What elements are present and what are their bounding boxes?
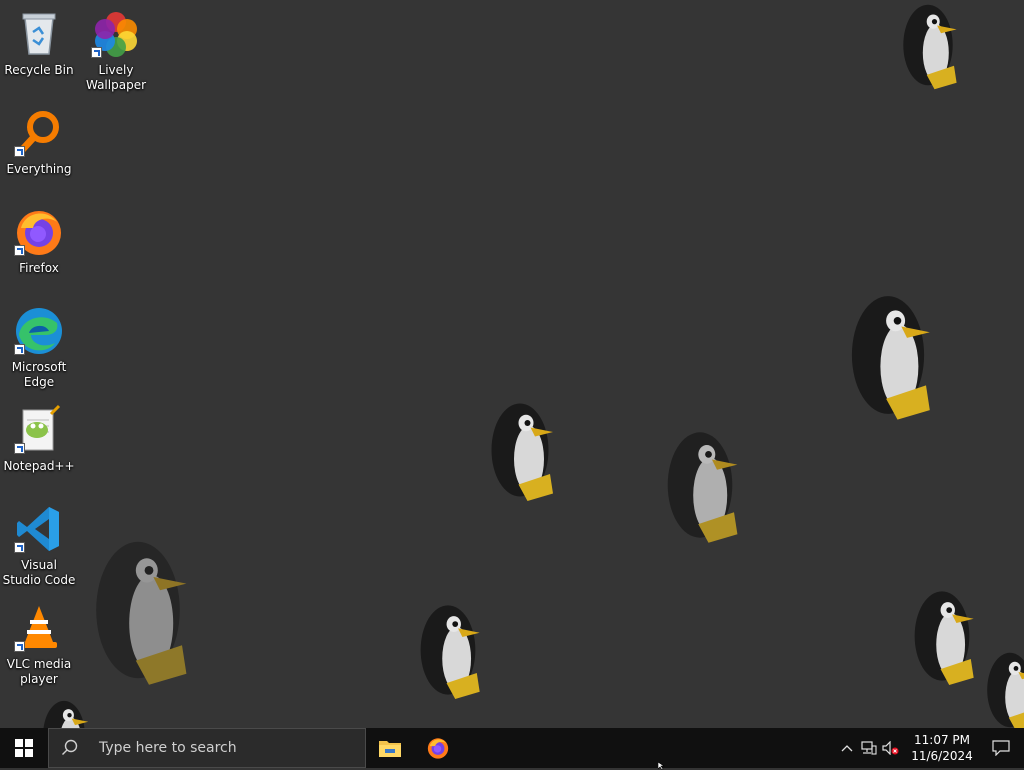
lively-wallpaper-icon: [90, 8, 142, 60]
vlc-icon: [13, 602, 65, 654]
desktop-icon-label: Microsoft Edge: [11, 360, 67, 389]
desktop: Recycle Bin Lively Wallpaper Everything: [0, 0, 1024, 728]
chevron-up-icon: [841, 745, 853, 752]
notification-icon: [992, 740, 1010, 756]
volume-muted-icon: [882, 741, 899, 755]
penguin-wallpaper: [43, 4, 1024, 728]
shortcut-arrow-icon: [14, 245, 25, 256]
desktop-icon-label: Notepad++: [3, 459, 75, 473]
desktop-icon-firefox[interactable]: Firefox: [1, 206, 77, 276]
desktop-icon-label: Firefox: [19, 261, 59, 275]
network-icon: [861, 741, 877, 755]
shortcut-arrow-icon: [91, 47, 102, 58]
notepad-plus-plus-icon: [13, 404, 65, 456]
network-button[interactable]: [858, 728, 880, 768]
file-explorer-icon: [379, 741, 401, 757]
recycle-bin-icon: [13, 8, 65, 60]
taskbar: Type here to search 11:07 PM 11/6/2024: [0, 728, 1024, 768]
taskbar-firefox[interactable]: [414, 728, 462, 768]
clock-date: 11/6/2024: [911, 749, 973, 763]
shortcut-arrow-icon: [14, 641, 25, 652]
desktop-icon-label: Everything: [6, 162, 72, 176]
edge-icon: [13, 305, 65, 357]
mouse-cursor-icon: [658, 762, 665, 770]
desktop-icon-label: Recycle Bin: [4, 63, 74, 77]
shortcut-arrow-icon: [14, 146, 25, 157]
desktop-icon-visual-studio-code[interactable]: Visual Studio Code: [1, 503, 77, 588]
desktop-icon-microsoft-edge[interactable]: Microsoft Edge: [1, 305, 77, 390]
desktop-icon-recycle-bin[interactable]: Recycle Bin: [1, 8, 77, 78]
windows-logo-icon: [15, 739, 33, 757]
desktop-icon-everything[interactable]: Everything: [1, 107, 77, 177]
clock-time: 11:07 PM: [914, 733, 970, 747]
shortcut-arrow-icon: [14, 443, 25, 454]
firefox-icon: [427, 738, 449, 759]
firefox-icon: [13, 206, 65, 258]
desktop-icon-label: VLC media player: [6, 657, 72, 686]
taskbar-clock[interactable]: 11:07 PM 11/6/2024: [906, 732, 978, 764]
vscode-icon: [13, 503, 65, 555]
start-button[interactable]: [0, 728, 48, 768]
taskbar-file-explorer[interactable]: [366, 728, 414, 768]
taskbar-search-box[interactable]: Type here to search: [48, 728, 366, 768]
search-icon: [62, 739, 78, 755]
system-tray: 11:07 PM 11/6/2024: [836, 728, 1024, 768]
shortcut-arrow-icon: [14, 542, 25, 553]
everything-search-icon: [13, 107, 65, 159]
desktop-icon-vlc-media-player[interactable]: VLC media player: [1, 602, 77, 687]
volume-button[interactable]: [880, 728, 902, 768]
search-placeholder: Type here to search: [99, 740, 237, 756]
show-hidden-icons-button[interactable]: [836, 728, 858, 768]
desktop-icon-lively-wallpaper[interactable]: Lively Wallpaper: [78, 8, 154, 93]
desktop-icon-label: Lively Wallpaper: [85, 63, 147, 92]
desktop-icon-label: Visual Studio Code: [2, 558, 76, 587]
action-center-button[interactable]: [978, 728, 1024, 768]
shortcut-arrow-icon: [14, 344, 25, 355]
desktop-icon-notepad-plus-plus[interactable]: Notepad++: [1, 404, 77, 474]
